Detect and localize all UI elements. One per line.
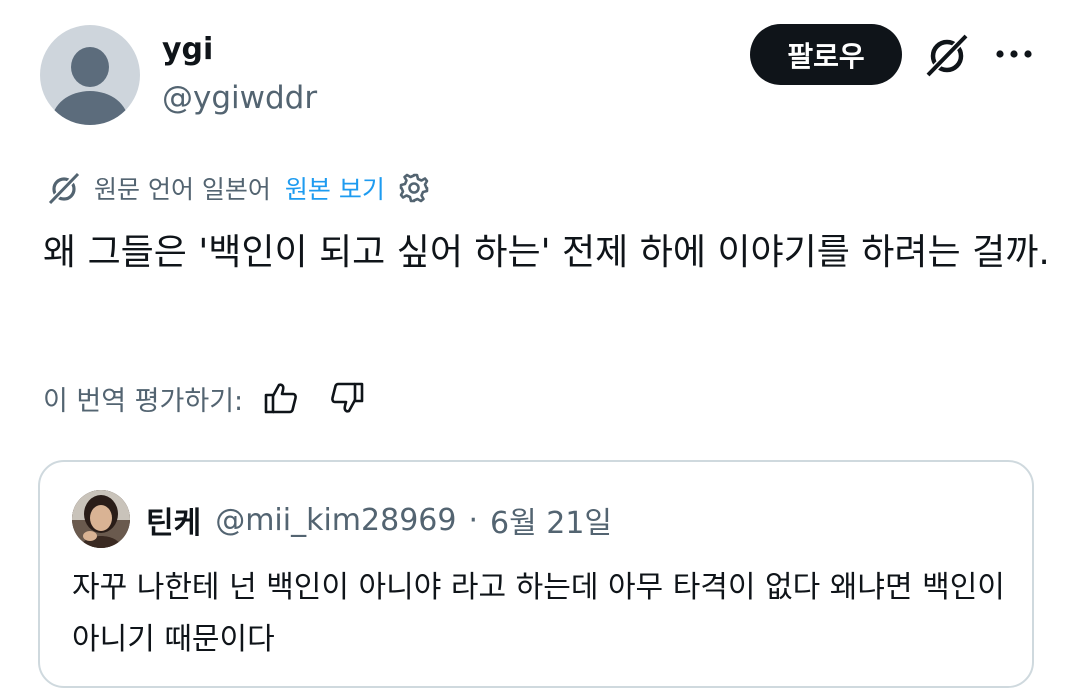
quote-header: 틴케 @mii_kim28969 · 6월 21일 — [146, 498, 612, 542]
quote-text: 자꾸 나한테 넌 백인이 아니야 라고 하는데 아무 타격이 없다 왜냐면 백인… — [72, 570, 1005, 657]
quote-author-handle[interactable]: @mii_kim28969 — [215, 503, 456, 538]
author-name[interactable]: ygi — [162, 30, 213, 70]
tweet-text: 왜 그들은 '백인이 되고 싶어 하는' 전제 하에 이야기를 하려는 걸까. — [43, 232, 1050, 273]
gear-icon[interactable] — [397, 171, 431, 205]
separator-dot: · — [468, 502, 479, 538]
translation-info: 원문 언어 일본어 원본 보기 — [46, 168, 431, 208]
avatar-body — [52, 91, 128, 125]
translation-rating: 이 번역 평가하기: — [43, 376, 365, 420]
author-avatar[interactable] — [40, 25, 140, 125]
quote-author-name[interactable]: 틴케 — [146, 498, 201, 542]
thumbs-up-icon[interactable] — [263, 380, 299, 416]
translate-icon — [47, 171, 81, 206]
thumbs-down-icon[interactable] — [329, 380, 365, 416]
show-original-link[interactable]: 원본 보기 — [285, 170, 385, 206]
source-language-label: 원문 언어 일본어 — [94, 175, 271, 204]
quote-author-avatar[interactable] — [72, 490, 130, 548]
follow-button[interactable]: 팔로우 — [750, 24, 902, 85]
rating-label: 이 번역 평가하기: — [43, 385, 244, 417]
quote-date[interactable]: 6월 21일 — [490, 498, 612, 542]
avatar-head — [71, 47, 109, 87]
author-handle[interactable]: @ygiwddr — [162, 78, 317, 118]
grok-icon[interactable] — [922, 30, 972, 80]
more-icon[interactable] — [993, 36, 1035, 72]
